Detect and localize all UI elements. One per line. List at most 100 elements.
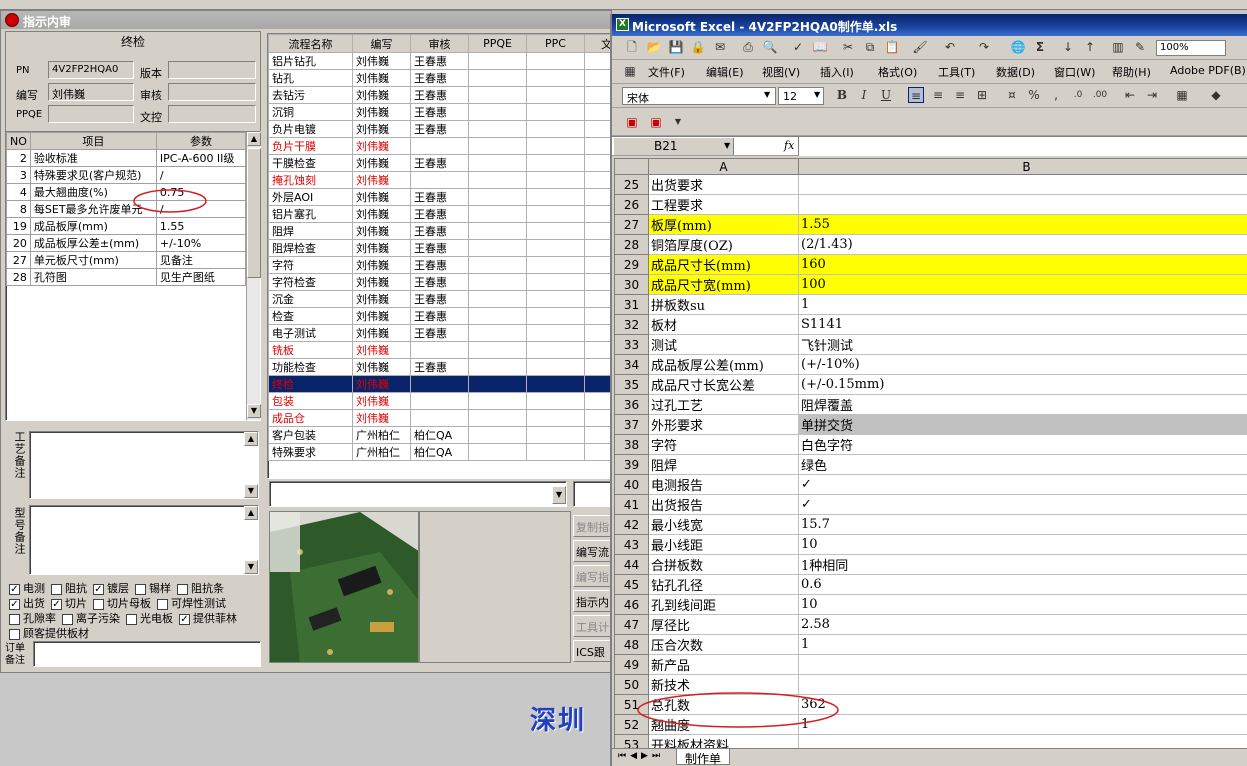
row-header[interactable]: 53 xyxy=(614,734,649,748)
row-header[interactable]: 28 xyxy=(614,234,649,255)
row-header[interactable]: 47 xyxy=(614,614,649,635)
redo-icon[interactable]: ↷ xyxy=(976,39,992,55)
cell-b[interactable] xyxy=(798,674,1247,695)
flow-row[interactable]: 成品仓 刘伟巍 xyxy=(268,409,612,427)
flow-row[interactable]: 包装 刘伟巍 xyxy=(268,392,612,410)
order-remark-field[interactable] xyxy=(33,641,261,667)
row-header[interactable]: 49 xyxy=(614,654,649,675)
checkbox-unchecked-icon[interactable] xyxy=(9,628,20,640)
row-header[interactable]: 48 xyxy=(614,634,649,655)
cell-b[interactable]: (+/-10%) xyxy=(798,354,1247,375)
cell-a[interactable]: 拼板数su xyxy=(648,294,799,315)
cell-a[interactable]: 出货要求 xyxy=(648,174,799,195)
select-all-corner[interactable] xyxy=(614,158,649,175)
cell-b[interactable]: (2/1.43) xyxy=(798,234,1247,255)
cell-a[interactable]: 合拼板数 xyxy=(648,554,799,575)
paste-icon[interactable]: 📋 xyxy=(884,39,900,55)
menu-item[interactable]: 视图(V) xyxy=(762,64,800,80)
cell-b[interactable]: 10 xyxy=(798,594,1247,615)
cell-a[interactable]: 压合次数 xyxy=(648,634,799,655)
cell-a[interactable]: 电测报告 xyxy=(648,474,799,495)
checkbox-checked-icon[interactable]: ✓ xyxy=(9,583,20,595)
row-header[interactable]: 32 xyxy=(614,314,649,335)
flow-row[interactable]: 去钻污 刘伟巍 王春惠 xyxy=(268,86,612,104)
checkbox-unchecked-icon[interactable] xyxy=(177,583,188,595)
chevron-down-icon[interactable]: ▼ xyxy=(724,141,730,150)
print-preview-icon[interactable]: 🔍 xyxy=(762,39,778,55)
increase-decimal-icon[interactable]: .0 xyxy=(1070,87,1086,103)
cell-a[interactable]: 最小线宽 xyxy=(648,514,799,535)
flow-row[interactable]: 字符检查 刘伟巍 王春惠 xyxy=(268,273,612,291)
flow-row[interactable]: 阻焊 刘伟巍 王春惠 xyxy=(268,222,612,240)
row-header[interactable]: 27 xyxy=(614,214,649,235)
cell-a[interactable]: 新产品 xyxy=(648,654,799,675)
cell-b[interactable] xyxy=(798,734,1247,748)
process-remark-field[interactable]: ▲ ▼ xyxy=(29,431,259,499)
column-header-b[interactable]: B xyxy=(798,158,1247,175)
menu-item[interactable]: 格式(O) xyxy=(878,64,917,80)
side-action-button[interactable]: 编写指 xyxy=(573,565,613,587)
scroll-thumb[interactable] xyxy=(247,148,261,278)
flow-row[interactable]: 特殊要求 广州柏仁 柏仁QA xyxy=(268,443,612,461)
menu-item[interactable]: 编辑(E) xyxy=(706,64,744,80)
checkbox-unchecked-icon[interactable] xyxy=(157,598,168,610)
flow-row[interactable]: 沉铜 刘伟巍 王春惠 xyxy=(268,103,612,121)
cell-a[interactable]: 钻孔孔径 xyxy=(648,574,799,595)
increase-indent-icon[interactable]: ⇥ xyxy=(1144,87,1160,103)
param-row[interactable]: 20 成品板厚公差±(mm) +/-10% xyxy=(6,234,247,252)
window-titlebar[interactable]: 指示内审 xyxy=(1,11,611,29)
checkbox-option[interactable]: ✓ 出货 xyxy=(9,597,45,610)
copy-icon[interactable]: ⧉ xyxy=(862,39,878,55)
percent-icon[interactable]: % xyxy=(1026,87,1042,103)
row-header[interactable]: 43 xyxy=(614,534,649,555)
cell-a[interactable]: 成品尺寸长宽公差 xyxy=(648,374,799,395)
cell-a[interactable]: 孔到线间距 xyxy=(648,594,799,615)
align-center-icon[interactable]: ≡ xyxy=(930,87,946,103)
cell-a[interactable]: 测试 xyxy=(648,334,799,355)
row-header[interactable]: 34 xyxy=(614,354,649,375)
checkbox-checked-icon[interactable]: ✓ xyxy=(9,598,20,610)
bold-icon[interactable]: B xyxy=(834,87,850,103)
param-col-no[interactable]: NO xyxy=(6,132,31,150)
borders-icon[interactable]: ▦ xyxy=(1174,87,1190,103)
side-action-button[interactable]: ICS跟 xyxy=(573,640,613,662)
checkbox-option[interactable]: ✓ 提供菲林 xyxy=(179,612,237,625)
checkbox-option[interactable]: 切片母板 xyxy=(93,597,151,610)
menu-item[interactable]: Adobe PDF(B) xyxy=(1170,64,1246,77)
chevron-down-icon[interactable]: ▼ xyxy=(814,90,820,99)
cell-b[interactable]: 1 xyxy=(798,294,1247,315)
row-header[interactable]: 37 xyxy=(614,414,649,435)
audit-field[interactable] xyxy=(168,83,256,101)
italic-icon[interactable]: I xyxy=(856,87,872,103)
menu-item[interactable]: 帮助(H) xyxy=(1112,64,1151,80)
row-header[interactable]: 33 xyxy=(614,334,649,355)
cell-b[interactable]: 阻焊覆盖 xyxy=(798,394,1247,415)
align-right-icon[interactable]: ≡ xyxy=(952,87,968,103)
hyperlink-icon[interactable]: 🌐 xyxy=(1010,39,1026,55)
cell-b[interactable]: 1种相同 xyxy=(798,554,1247,575)
scroll-up-arrow-icon[interactable]: ▲ xyxy=(247,132,261,146)
flow-row[interactable]: 铝片钻孔 刘伟巍 王春惠 xyxy=(268,52,612,70)
flow-row[interactable]: 检查 刘伟巍 王春惠 xyxy=(268,307,612,325)
row-header[interactable]: 42 xyxy=(614,514,649,535)
flow-row[interactable]: 电子测试 刘伟巍 王春惠 xyxy=(268,324,612,342)
checkbox-unchecked-icon[interactable] xyxy=(93,598,104,610)
cell-a[interactable]: 板材 xyxy=(648,314,799,335)
checkbox-option[interactable]: 可焊性测试 xyxy=(157,597,226,610)
flow-row[interactable]: 字符 刘伟巍 王春惠 xyxy=(268,256,612,274)
autosum-icon[interactable]: Σ xyxy=(1032,39,1048,55)
model-remark-field[interactable]: ▲ ▼ xyxy=(29,505,259,575)
side-field[interactable] xyxy=(573,481,613,507)
cell-a[interactable]: 铜箔厚度(OZ) xyxy=(648,234,799,255)
cell-a[interactable]: 成品尺寸宽(mm) xyxy=(648,274,799,295)
flow-combobox[interactable]: ▼ xyxy=(269,481,567,507)
cell-b[interactable] xyxy=(798,654,1247,675)
editor-field[interactable]: 刘伟巍 xyxy=(48,83,134,101)
cell-a[interactable]: 过孔工艺 xyxy=(648,394,799,415)
checkbox-option[interactable]: 锡样 xyxy=(135,582,171,595)
cell-a[interactable]: 最小线距 xyxy=(648,534,799,555)
ppqe-field[interactable] xyxy=(48,105,134,123)
row-header[interactable]: 29 xyxy=(614,254,649,275)
param-col-value[interactable]: 参数 xyxy=(155,132,247,150)
cell-b[interactable] xyxy=(798,174,1247,195)
